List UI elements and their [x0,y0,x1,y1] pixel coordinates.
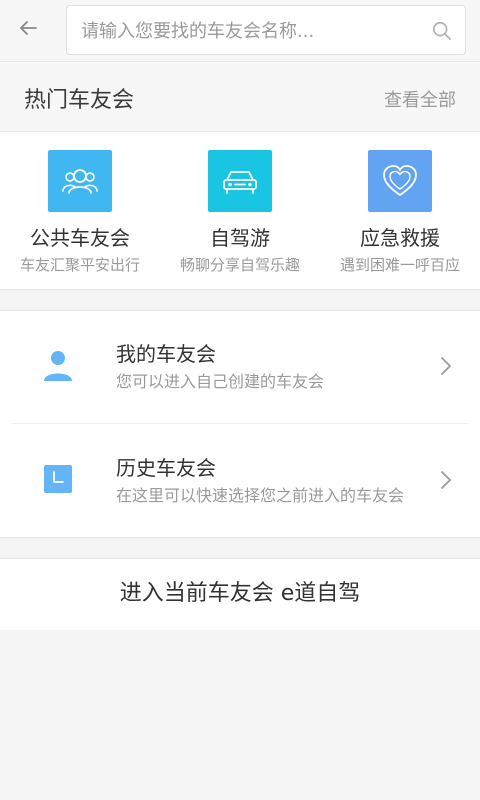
hot-club-public[interactable]: 公共车友会 车友汇聚平安出行 [0,150,160,282]
hot-clubs-title: 热门车友会 [24,88,135,113]
back-arrow-icon [20,21,37,35]
list-item-subtitle: 在这里可以快速选择您之前进入的车友会 [116,486,405,505]
list-item-history-clubs[interactable]: 历史车友会 在这里可以快速选择您之前进入的车友会 [0,423,480,539]
people-icon [48,150,112,212]
enter-current-club-button[interactable]: 进入当前车友会 e道自驾 [0,558,480,630]
search-icon[interactable] [431,20,453,42]
car-icon [208,150,272,212]
enter-current-club-label: 进入当前车友会 e道自驾 [119,581,361,606]
chevron-right-icon [441,471,451,489]
club-list: 我的车友会 您可以进入自己创建的车友会 历史车友会 在这里可以快速选择您之前进入… [0,310,480,538]
list-item-subtitle: 您可以进入自己创建的车友会 [116,372,325,391]
hot-club-name: 应急救援 [360,226,440,250]
list-item-title: 我的车友会 [116,342,216,366]
heart-icon [368,150,432,212]
hot-clubs-header: 热门车友会 查看全部 [0,62,480,132]
hot-clubs-grid: 公共车友会 车友汇聚平安出行 自驾游 畅聊分享自驾乐趣 应急救援 遇到困难一呼百… [0,132,480,290]
hot-club-subtitle: 车友汇聚平安出行 [19,256,140,274]
top-bar [0,0,480,62]
chevron-right-icon [441,357,451,375]
list-item-title: 历史车友会 [116,456,216,480]
search-input[interactable] [79,6,413,56]
hot-club-emergency[interactable]: 应急救援 遇到困难一呼百应 [320,150,480,282]
hot-club-name: 公共车友会 [30,226,130,250]
hot-club-subtitle: 遇到困难一呼百应 [339,256,460,274]
hot-club-name: 自驾游 [210,226,270,250]
view-all-link[interactable]: 查看全部 [384,86,456,112]
back-button[interactable] [12,12,44,44]
hot-club-self-drive[interactable]: 自驾游 畅聊分享自驾乐趣 [160,150,320,282]
user-icon [40,347,76,383]
list-item-my-clubs[interactable]: 我的车友会 您可以进入自己创建的车友会 [0,311,480,423]
clock-icon [40,461,76,497]
hot-club-subtitle: 畅聊分享自驾乐趣 [179,256,300,274]
search-box[interactable] [66,5,466,56]
